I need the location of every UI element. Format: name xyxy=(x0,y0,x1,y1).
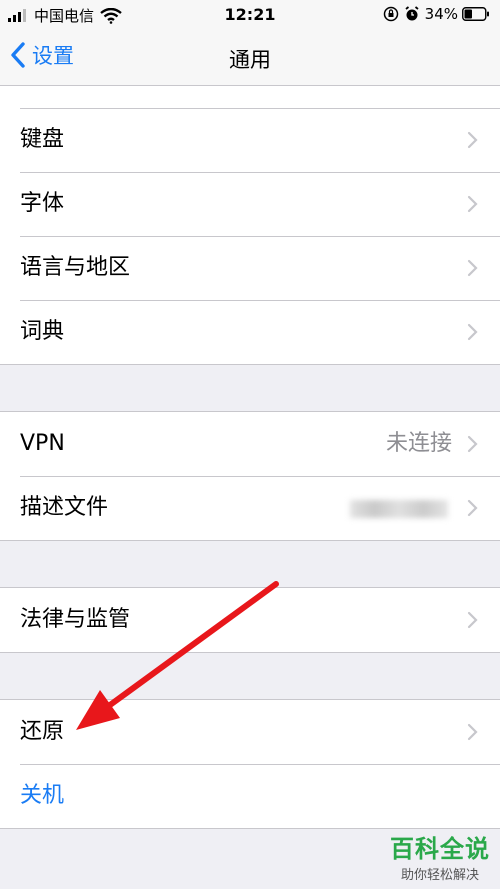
alarm-icon xyxy=(405,6,419,21)
orientation-lock-icon xyxy=(383,6,398,22)
chevron-right-icon xyxy=(467,195,478,213)
row-label: 法律与监管 xyxy=(20,607,131,632)
row-label: 词典 xyxy=(20,319,65,344)
settings-list: 日期与时间 键盘 字体 语言与地区 词典 VPN 未连接 描述文件 xyxy=(0,86,500,889)
chevron-right-icon xyxy=(467,499,478,517)
page-title: 通用 xyxy=(229,48,271,72)
status-right: 34% xyxy=(383,5,490,23)
chevron-right-icon xyxy=(467,131,478,149)
shutdown-button[interactable]: 关机 xyxy=(0,764,500,828)
row-label: 键盘 xyxy=(20,127,65,152)
battery-icon xyxy=(462,7,489,21)
chevron-right-icon xyxy=(467,723,478,741)
group-legal: 法律与监管 xyxy=(0,587,500,653)
list-row-reset[interactable]: 还原 xyxy=(0,700,500,764)
list-row-vpn[interactable]: VPN 未连接 xyxy=(0,412,500,476)
group-vpn: VPN 未连接 描述文件 xyxy=(0,411,500,541)
vpn-status: 未连接 xyxy=(385,431,452,456)
row-label: 描述文件 xyxy=(20,495,109,520)
chevron-right-icon xyxy=(467,323,478,341)
chevron-right-icon xyxy=(467,259,478,277)
watermark-title: 百科全说 xyxy=(390,835,490,863)
row-label: 日期与时间 xyxy=(20,86,130,107)
list-row-language-region[interactable]: 语言与地区 xyxy=(0,236,500,300)
row-label: 字体 xyxy=(20,191,65,216)
list-row-date-time[interactable]: 日期与时间 xyxy=(0,86,500,108)
row-label: 语言与地区 xyxy=(20,255,131,280)
list-row-legal[interactable]: 法律与监管 xyxy=(0,588,500,652)
watermark-subtitle: 助你轻松解决 xyxy=(400,868,479,883)
list-row-keyboard[interactable]: 键盘 xyxy=(0,108,500,172)
group-reset: 还原 关机 xyxy=(0,699,500,829)
row-label: 还原 xyxy=(20,719,65,744)
shutdown-label: 关机 xyxy=(20,783,65,808)
list-row-profiles[interactable]: 描述文件 xyxy=(0,476,500,540)
status-bar: 中国电信 12:21 34% xyxy=(0,0,500,30)
nav-bar: 设置 通用 xyxy=(0,30,500,86)
row-label: VPN xyxy=(20,431,65,456)
group-keyboard: 日期与时间 键盘 字体 语言与地区 词典 xyxy=(0,86,500,365)
battery-percent: 34% xyxy=(424,5,458,23)
redacted-value xyxy=(350,500,448,518)
list-row-fonts[interactable]: 字体 xyxy=(0,172,500,236)
chevron-right-icon xyxy=(467,435,478,453)
list-row-dictionary[interactable]: 词典 xyxy=(0,300,500,364)
chevron-right-icon xyxy=(467,611,478,629)
watermark-logo: 百科全说 助你轻松解决 xyxy=(390,829,490,883)
